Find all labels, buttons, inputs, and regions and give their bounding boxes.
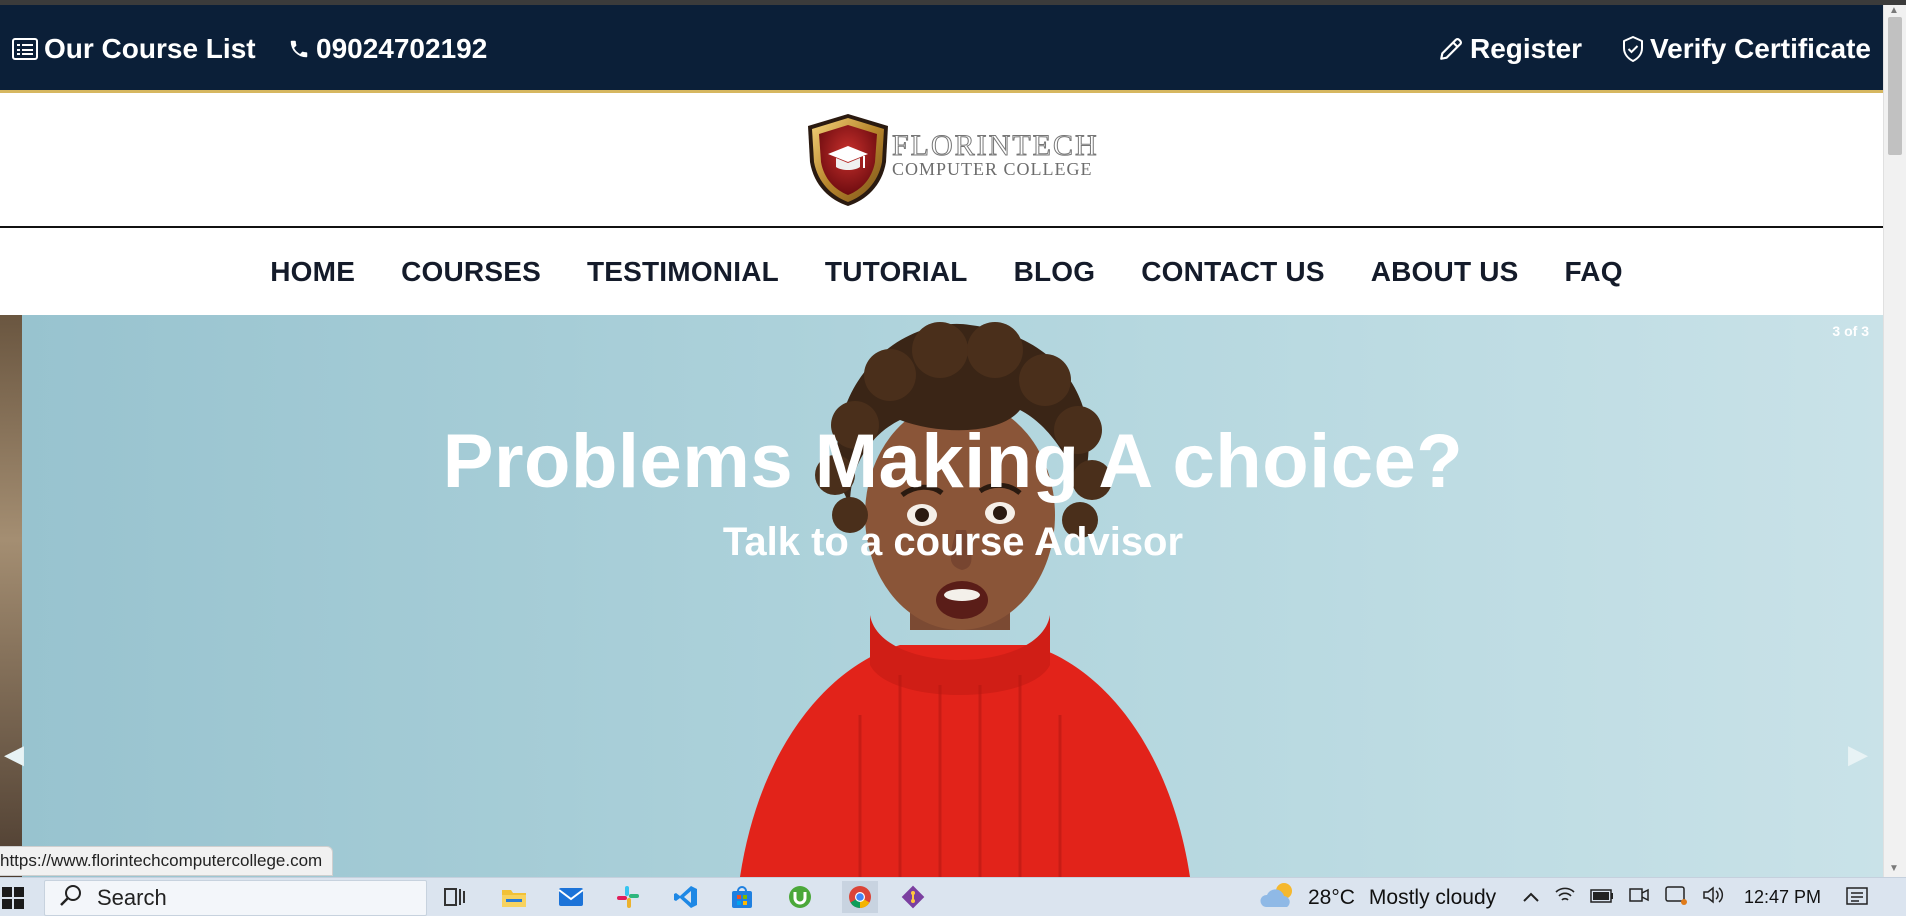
nav-tutorial[interactable]: TUTORIAL xyxy=(825,256,968,288)
page-scrollbar[interactable]: ▲ ▼ xyxy=(1883,5,1906,877)
mail-icon[interactable] xyxy=(557,884,585,910)
battery-icon[interactable] xyxy=(1590,887,1614,908)
logo-text: FLORINTECH COMPUTER COLLEGE xyxy=(892,129,1099,179)
main-nav: HOME COURSES TESTIMONIAL TUTORIAL BLOG C… xyxy=(0,230,1883,315)
file-explorer-icon[interactable] xyxy=(500,884,528,910)
previous-slide-peek xyxy=(0,315,22,877)
utorrent-icon[interactable] xyxy=(786,884,814,910)
register-label: Register xyxy=(1470,33,1583,64)
windows-taskbar: Search 28°C Mostly cloudy 12:47 PM xyxy=(0,877,1906,916)
notifications-icon[interactable] xyxy=(1843,884,1871,910)
taskbar-search-box[interactable]: Search xyxy=(44,880,427,916)
task-view-icon[interactable] xyxy=(441,884,469,910)
status-url-tooltip: https://www.florintechcomputercollege.co… xyxy=(0,846,334,876)
phone-number: 09024702192 xyxy=(316,33,488,64)
register-link[interactable]: Register xyxy=(1438,33,1582,65)
wifi-icon[interactable] xyxy=(1554,886,1576,909)
browser-page: Our Course List 09024702192 Register Ver… xyxy=(0,0,1906,916)
weather-widget[interactable]: 28°C Mostly cloudy xyxy=(1260,878,1496,916)
phone-icon xyxy=(288,38,310,60)
hero-subtitle: Talk to a course Advisor xyxy=(722,520,1184,564)
weather-desc: Mostly cloudy xyxy=(1368,885,1497,909)
header-logo-area: FLORINTECH COMPUTER COLLEGE xyxy=(0,96,1883,228)
nav-home[interactable]: HOME xyxy=(270,256,355,288)
hero-title: Problems Making A choice? xyxy=(442,419,1464,504)
windows-start-icon[interactable] xyxy=(0,886,30,910)
scroll-up-icon[interactable]: ▲ xyxy=(1889,5,1899,16)
vscode-icon[interactable] xyxy=(672,884,700,910)
system-tray: 12:47 PM xyxy=(1522,878,1821,916)
scroll-thumb[interactable] xyxy=(1888,17,1902,155)
site-logo[interactable]: FLORINTECH COMPUTER COLLEGE xyxy=(802,112,1097,208)
pencil-icon xyxy=(1438,36,1464,62)
chrome-icon[interactable] xyxy=(842,881,878,913)
nav-faq[interactable]: FAQ xyxy=(1565,256,1623,288)
clock-time[interactable]: 12:47 PM xyxy=(1744,887,1821,908)
scroll-down-icon[interactable]: ▼ xyxy=(1889,863,1899,874)
top-bar: Our Course List 09024702192 Register Ver… xyxy=(0,5,1883,93)
slack-icon[interactable] xyxy=(614,884,642,910)
logo-line1: FLORINTECH xyxy=(892,129,1099,162)
chevron-up-icon[interactable] xyxy=(1522,887,1540,908)
slide-counter: 3 of 3 xyxy=(1832,323,1869,339)
nav-about-us[interactable]: ABOUT US xyxy=(1371,256,1519,288)
nav-courses[interactable]: COURSES xyxy=(401,256,541,288)
list-icon xyxy=(12,38,38,60)
shield-check-icon xyxy=(1622,36,1644,62)
search-icon xyxy=(59,883,83,913)
volume-icon[interactable] xyxy=(1702,886,1724,909)
phone-link[interactable]: 09024702192 xyxy=(288,33,487,65)
search-label: Search xyxy=(97,885,167,910)
meet-now-icon[interactable] xyxy=(1664,885,1688,910)
logo-line2: COMPUTER COLLEGE xyxy=(892,159,1093,179)
course-list-link[interactable]: Our Course List xyxy=(12,33,256,65)
cloudy-weather-icon xyxy=(1260,881,1298,915)
shield-logo-icon xyxy=(808,114,888,206)
weather-temp: 28°C xyxy=(1308,885,1355,909)
previous-slide-icon[interactable]: ◀ xyxy=(4,739,24,770)
woman-photo-illustration xyxy=(740,322,1190,877)
verify-certificate-link[interactable]: Verify Certificate xyxy=(1622,33,1871,65)
nav-testimonial[interactable]: TESTIMONIAL xyxy=(587,256,779,288)
course-list-label: Our Course List xyxy=(44,33,256,64)
nav-blog[interactable]: BLOG xyxy=(1014,256,1096,288)
next-slide-icon[interactable]: ▶ xyxy=(1848,739,1868,770)
git-app-icon[interactable] xyxy=(899,884,927,910)
camera-icon[interactable] xyxy=(1628,886,1650,909)
verify-label: Verify Certificate xyxy=(1650,33,1871,64)
nav-contact-us[interactable]: CONTACT US xyxy=(1141,256,1324,288)
microsoft-store-icon[interactable] xyxy=(728,884,756,910)
hero-slider: 3 of 3 ◀ ▶ xyxy=(0,315,1883,877)
